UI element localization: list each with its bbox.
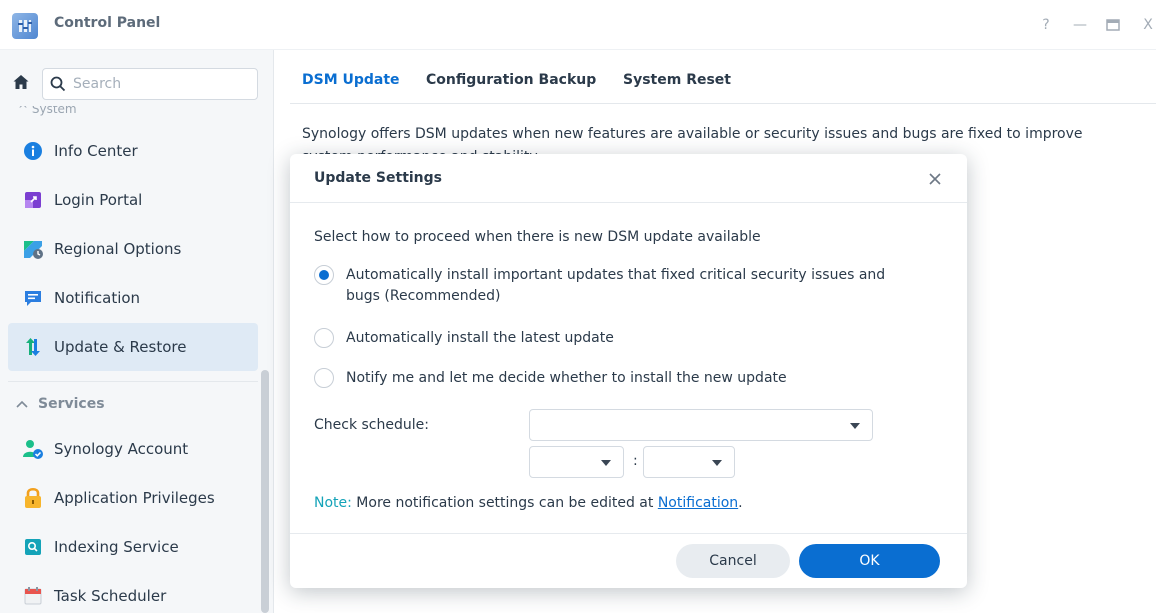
info-icon xyxy=(22,140,44,162)
schedule-select[interactable] xyxy=(529,409,873,441)
option-label-line1: Automatically install important updates … xyxy=(346,267,886,283)
dsm-update-description: Synology offers DSM updates when new fea… xyxy=(302,126,1083,142)
maximize-button[interactable] xyxy=(1103,16,1123,34)
sidebar-item-label: Synology Account xyxy=(54,440,189,458)
section-label-services[interactable]: Services xyxy=(16,396,105,412)
synology-account-icon xyxy=(22,438,44,460)
sidebar-item-synology-account[interactable]: Synology Account xyxy=(8,425,258,473)
sidebar-item-application-privileges[interactable]: Application Privileges xyxy=(8,474,258,522)
sidebar-item-label: Application Privileges xyxy=(54,489,215,507)
dialog-header: Update Settings xyxy=(290,154,967,203)
sidebar-item-login-portal[interactable]: Login Portal xyxy=(8,176,258,224)
home-icon xyxy=(13,75,29,89)
sidebar-item-label: Task Scheduler xyxy=(54,587,167,605)
tab-bar: DSM Update Configuration Backup System R… xyxy=(290,50,1156,104)
note-label: Note: xyxy=(314,495,352,511)
dialog-title: Update Settings xyxy=(314,170,443,186)
search-box xyxy=(42,68,258,100)
help-button[interactable]: ? xyxy=(1036,16,1056,34)
control-panel-icon xyxy=(12,13,38,39)
sidebar-scrollbar[interactable] xyxy=(261,370,269,613)
window-titlebar: Control Panel ? — X xyxy=(0,0,1156,50)
sidebar-item-label: Regional Options xyxy=(54,240,182,258)
sidebar-item-indexing-service[interactable]: Indexing Service xyxy=(8,523,258,571)
close-button[interactable]: X xyxy=(1138,16,1156,34)
note-end: . xyxy=(738,495,743,511)
ok-button[interactable]: OK xyxy=(799,544,940,578)
section-label-system: ^ System xyxy=(18,106,77,116)
time-separator: : xyxy=(633,453,638,469)
caret-down-icon xyxy=(601,460,611,466)
sidebar-item-label: Notification xyxy=(54,289,141,307)
sidebar-item-info-center[interactable]: Info Center xyxy=(8,127,258,175)
dialog-footer-divider xyxy=(290,533,967,534)
radio-install-important[interactable] xyxy=(314,265,334,285)
calendar-icon xyxy=(22,585,44,607)
option-label: Notify me and let me decide whether to i… xyxy=(346,370,787,386)
sidebar-item-notification[interactable]: Notification xyxy=(8,274,258,322)
notification-note: Note: More notification settings can be … xyxy=(314,495,743,511)
radio-notify-me[interactable] xyxy=(314,368,334,388)
option-notify-me[interactable]: Notify me and let me decide whether to i… xyxy=(314,368,946,389)
option-label-line2: bugs (Recommended) xyxy=(346,288,501,304)
sidebar: ^ System Info Center Login Portal xyxy=(0,50,274,613)
tab-dsm-update[interactable]: DSM Update xyxy=(302,72,400,88)
tab-system-reset[interactable]: System Reset xyxy=(623,72,731,88)
check-schedule-label: Check schedule: xyxy=(314,417,429,433)
caret-down-icon xyxy=(712,460,722,466)
dialog-intro-text: Select how to proceed when there is new … xyxy=(314,229,761,245)
sidebar-item-label: Indexing Service xyxy=(54,538,179,556)
hour-select[interactable] xyxy=(529,446,624,478)
section-label-text: Services xyxy=(38,396,105,412)
option-label: Automatically install important updates … xyxy=(346,265,946,307)
indexing-service-icon xyxy=(22,536,44,558)
sidebar-item-label: Login Portal xyxy=(54,191,143,209)
minimize-button[interactable]: — xyxy=(1070,16,1090,34)
home-button[interactable] xyxy=(10,71,32,93)
option-install-important[interactable]: Automatically install important updates … xyxy=(314,265,946,307)
minute-select[interactable] xyxy=(643,446,735,478)
notification-link[interactable]: Notification xyxy=(658,495,738,511)
sidebar-divider xyxy=(8,381,258,382)
login-portal-icon xyxy=(22,189,44,211)
caret-down-icon xyxy=(850,423,860,429)
cancel-button[interactable]: Cancel xyxy=(676,544,790,578)
update-settings-dialog: Update Settings Select how to proceed wh… xyxy=(290,154,967,588)
notification-icon xyxy=(22,287,44,309)
tab-configuration-backup[interactable]: Configuration Backup xyxy=(426,72,596,88)
regional-options-icon xyxy=(22,238,44,260)
note-text: More notification settings can be edited… xyxy=(351,495,658,511)
option-label: Automatically install the latest update xyxy=(346,330,614,346)
close-icon xyxy=(929,173,941,185)
sidebar-item-update-restore[interactable]: Update & Restore xyxy=(8,323,258,371)
sidebar-item-task-scheduler[interactable]: Task Scheduler xyxy=(8,572,258,613)
option-install-latest[interactable]: Automatically install the latest update xyxy=(314,328,946,349)
lock-icon xyxy=(22,487,44,509)
search-input[interactable] xyxy=(73,70,243,98)
sidebar-item-regional-options[interactable]: Regional Options xyxy=(8,225,258,273)
chevron-up-icon xyxy=(16,396,28,412)
sidebar-item-label: Update & Restore xyxy=(54,338,187,356)
dialog-close-button[interactable] xyxy=(924,168,946,190)
maximize-icon xyxy=(1106,19,1120,31)
search-icon xyxy=(43,69,73,99)
window-title: Control Panel xyxy=(54,15,161,31)
radio-install-latest[interactable] xyxy=(314,328,334,348)
update-restore-icon xyxy=(22,336,44,358)
sidebar-item-label: Info Center xyxy=(54,142,138,160)
